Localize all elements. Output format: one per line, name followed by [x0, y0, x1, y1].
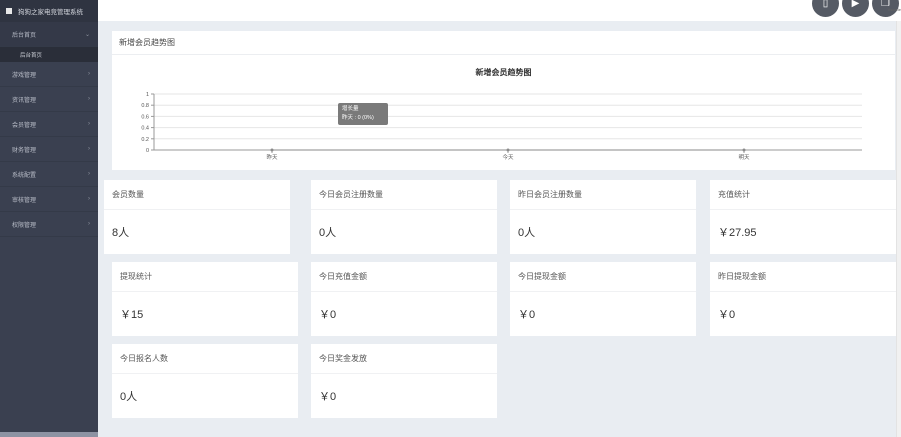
- y-tick-label: 0: [146, 148, 149, 154]
- chevron-down-icon: ⌄: [84, 31, 90, 38]
- card-title: 昨日会员注册数量: [510, 180, 696, 210]
- stat-card-today-bonus: 今日奖金发放 ￥0: [311, 344, 497, 418]
- sidebar-item-finance[interactable]: 财务管理 ›: [0, 137, 98, 162]
- brand-title: 狗狗之家电竞管理系统: [18, 9, 83, 16]
- card-value: ￥15: [120, 309, 144, 321]
- x-tick-label: 今天: [502, 153, 514, 161]
- card-value: ￥0: [518, 309, 536, 321]
- sidebar-item-members[interactable]: 会员管理 ›: [0, 112, 98, 137]
- stat-card-today-withdraw: 今日提现金额 ￥0: [510, 262, 696, 336]
- card-title: 昨日提现金额: [710, 262, 896, 292]
- sidebar-footer: [0, 432, 98, 437]
- top-bar: ▯ ▶ ❐ Vscode: [98, 0, 901, 21]
- card-value: ￥0: [319, 309, 337, 321]
- chevron-right-icon: ›: [88, 196, 90, 202]
- tooltip-title: 增长量: [342, 106, 359, 112]
- card-value: ￥0: [319, 391, 337, 403]
- series-point: [270, 148, 274, 152]
- y-tick-label: 0.2: [141, 137, 149, 143]
- series-point: [506, 148, 510, 152]
- top-tag: Vscode: [887, 7, 901, 12]
- sidebar-item-games[interactable]: 游戏管理 ›: [0, 62, 98, 87]
- sidebar: 狗狗之家电竞管理系统 后台首页 ⌄ 后台首页 游戏管理 › 资讯管理 › 会员管…: [0, 0, 98, 437]
- tooltip-line: 昨天 : 0 (0%): [342, 115, 374, 121]
- card-value: ￥0: [718, 309, 736, 321]
- chart-tooltip: 增长量 昨天 : 0 (0%): [338, 103, 388, 125]
- card-title: 今日奖金发放: [311, 344, 497, 374]
- stat-card-recharge-total: 充值统计 ￥27.95: [710, 180, 896, 254]
- chevron-right-icon: ›: [88, 71, 90, 77]
- card-title: 今日充值金额: [311, 262, 497, 292]
- chevron-right-icon: ›: [88, 96, 90, 102]
- stat-card-withdraw-total: 提现统计 ￥15: [112, 262, 298, 336]
- sidebar-subitem-home[interactable]: 后台首页: [0, 47, 98, 62]
- card-title: 今日提现金额: [510, 262, 696, 292]
- stat-card-today-registrations: 今日会员注册数量 0人: [311, 180, 497, 254]
- y-tick-label: 0.8: [141, 103, 149, 109]
- sidebar-item-label: 会员管理: [12, 122, 37, 129]
- chevron-right-icon: ›: [88, 121, 90, 127]
- sidebar-item-label: 后台首页: [12, 32, 37, 39]
- chevron-right-icon: ›: [88, 146, 90, 152]
- member-trend-chart: 0 0.2 0.4 0.6 0.8 1 昨天 今天 明天: [141, 92, 862, 161]
- member-trend-panel: 新增会员趋势图 新增会员趋势图 0 0.2 0.4 0.6 0.8 1 昨天 今天 明天 增长量…: [112, 31, 895, 170]
- sidebar-item-label: 权限管理: [12, 222, 37, 229]
- chevron-right-icon: ›: [88, 171, 90, 177]
- card-value: ￥27.95: [718, 227, 757, 239]
- stat-card-today-signups: 今日报名人数 0人: [112, 344, 298, 418]
- chevron-right-icon: ›: [88, 221, 90, 227]
- stat-card-today-recharge: 今日充值金额 ￥0: [311, 262, 497, 336]
- page-scrollbar[interactable]: [896, 21, 901, 437]
- panel-heading: 新增会员趋势图: [112, 31, 895, 55]
- sidebar-item-dashboard[interactable]: 后台首页 ⌄: [0, 22, 98, 47]
- sidebar-subitem-label: 后台首页: [20, 52, 43, 59]
- stat-card-yesterday-registrations: 昨日会员注册数量 0人: [510, 180, 696, 254]
- sidebar-item-label: 资讯管理: [12, 97, 37, 104]
- series-point: [742, 148, 746, 152]
- chart-area: 新增会员趋势图 0 0.2 0.4 0.6 0.8 1 昨天 今天 明天 增长量 昨天 : 0 …: [112, 55, 895, 170]
- sidebar-item-permissions[interactable]: 权限管理 ›: [0, 212, 98, 237]
- brand: 狗狗之家电竞管理系统: [0, 0, 98, 22]
- sidebar-item-label: 财务管理: [12, 147, 37, 154]
- sidebar-item-label: 游戏管理: [12, 72, 37, 79]
- top-actions: ▯ ▶ ❐: [812, 0, 899, 17]
- sidebar-item-news[interactable]: 资讯管理 ›: [0, 87, 98, 112]
- sidebar-item-label: 系统配置: [12, 172, 37, 179]
- card-title: 充值统计: [710, 180, 896, 210]
- card-title: 会员数量: [104, 180, 290, 210]
- y-tick-label: 1: [146, 92, 149, 98]
- x-tick-label: 昨天: [266, 153, 278, 161]
- sidebar-item-settings[interactable]: 系统配置 ›: [0, 162, 98, 187]
- sidebar-item-review[interactable]: 审核管理 ›: [0, 187, 98, 212]
- stat-card-yesterday-withdraw: 昨日提现金额 ￥0: [710, 262, 896, 336]
- x-tick-label: 明天: [738, 154, 750, 161]
- y-tick-label: 0.4: [141, 126, 149, 132]
- y-tick-label: 0.6: [141, 114, 149, 120]
- card-value: 0人: [319, 227, 337, 239]
- card-value: 0人: [518, 227, 536, 239]
- card-title: 提现统计: [112, 262, 298, 292]
- sidebar-item-label: 审核管理: [12, 197, 37, 204]
- card-title: 今日报名人数: [112, 344, 298, 374]
- card-value: 8人: [112, 227, 130, 239]
- stat-card-member-count: 会员数量 8人: [104, 180, 290, 254]
- card-value: 0人: [120, 391, 138, 403]
- card-title: 今日会员注册数量: [311, 180, 497, 210]
- logo-square-icon: [6, 8, 12, 14]
- play-icon[interactable]: ▶: [842, 0, 869, 17]
- document-icon[interactable]: ▯: [812, 0, 839, 17]
